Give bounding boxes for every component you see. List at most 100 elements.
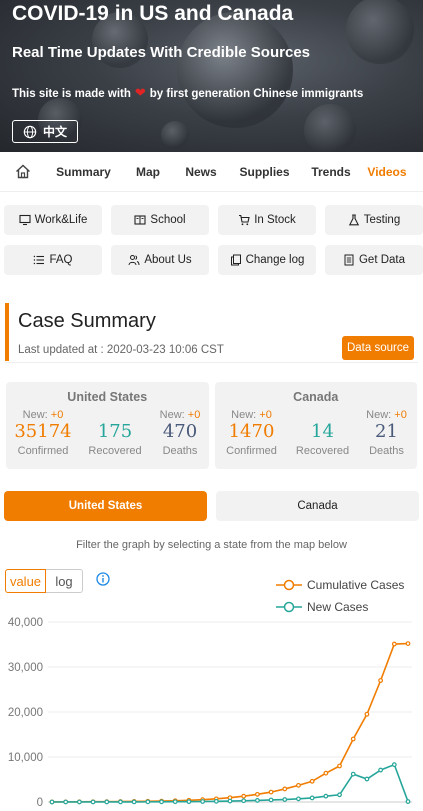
new-value: +0 — [50, 409, 64, 421]
cumulative-point — [254, 791, 260, 797]
school-button[interactable]: School — [111, 205, 209, 235]
flask-icon — [348, 214, 359, 226]
made-with-line: This site is made with ❤ by first generati… — [12, 85, 363, 101]
new-cases-point — [268, 797, 274, 803]
country-toggle: United States Canada — [4, 491, 419, 521]
deaths-value: 470 — [162, 421, 198, 442]
globe-icon — [23, 125, 37, 138]
people-icon — [128, 255, 140, 266]
cart-icon — [239, 214, 250, 226]
new-cases-point — [323, 793, 329, 799]
y-tick-label: 40,000 — [8, 617, 43, 629]
cumulative-point — [323, 770, 329, 776]
new-cases-point — [131, 799, 137, 805]
cases-line-chart[interactable]: 40,000 30,000 20,000 10,000 0 — [0, 612, 423, 811]
cumulative-point — [241, 793, 247, 799]
new-label: New: — [159, 409, 185, 421]
new-deaths: New: +0 — [148, 409, 212, 421]
legend-cumulative-marker — [276, 579, 302, 591]
new-cases-point — [405, 799, 411, 804]
new-label: New: — [22, 409, 48, 421]
new-cases-point — [282, 797, 288, 802]
new-cases-point — [254, 798, 260, 803]
testing-button[interactable]: Testing — [325, 205, 423, 235]
new-cases-point — [186, 799, 192, 805]
new-cases-point — [76, 799, 82, 805]
language-toggle-button[interactable]: 中文 — [12, 120, 78, 143]
main-nav: Summary Map News Supplies Trends Videos — [0, 152, 423, 192]
stat-cards: United States New: +0 35174 Confirmed 17… — [6, 382, 417, 469]
recovered-stat: 175 Recovered — [83, 409, 147, 457]
confirmed-stat: New: +0 1470 Confirmed — [220, 409, 284, 457]
change-log-button[interactable]: Change log — [218, 245, 316, 275]
nav-videos[interactable]: Videos — [360, 165, 414, 179]
new-confirmed: New: +0 — [220, 409, 284, 421]
country-name: Canada — [293, 390, 339, 404]
new-deaths: New: +0 — [355, 409, 419, 421]
nav-summary[interactable]: Summary — [46, 165, 121, 179]
work-life-label: Work&Life — [34, 214, 88, 226]
legend-cumulative-label: Cumulative Cases — [307, 578, 405, 592]
in-stock-label: In Stock — [254, 214, 296, 226]
new-cases-point — [309, 795, 315, 801]
recovered-value: 175 — [97, 421, 133, 442]
new-cases-point — [159, 799, 164, 805]
new-label: New: — [231, 409, 257, 421]
accent-bar — [5, 303, 9, 361]
nav-news[interactable]: News — [175, 165, 227, 179]
list-icon — [34, 255, 45, 265]
cumulative-point — [405, 641, 411, 647]
value-scale-button[interactable]: value — [5, 569, 46, 593]
info-icon[interactable] — [96, 572, 110, 586]
book-icon — [134, 215, 146, 225]
copy-icon — [230, 254, 241, 266]
y-tick-label: 10,000 — [8, 752, 43, 764]
country-name: United States — [67, 390, 148, 404]
deaths-label: Deaths — [162, 445, 198, 457]
new-cases-point — [49, 799, 55, 805]
new-cases-point — [104, 799, 110, 805]
deaths-label: Deaths — [369, 445, 404, 457]
new-cases-point — [391, 762, 397, 768]
nav-supplies[interactable]: Supplies — [227, 165, 302, 179]
quick-links-grid: Work&Life School In Stock Testing FAQ Ab… — [4, 205, 423, 275]
get-data-button[interactable]: Get Data — [325, 245, 423, 275]
y-tick-label: 0 — [37, 797, 43, 809]
recovered-stat: 14 Recovered — [291, 409, 355, 457]
canada-tab[interactable]: Canada — [216, 491, 419, 521]
in-stock-button[interactable]: In Stock — [218, 205, 316, 235]
data-source-button[interactable]: Data source — [341, 336, 414, 360]
cumulative-point — [296, 782, 301, 788]
site-subtitle: Real Time Updates With Credible Sources — [12, 44, 311, 61]
united-states-tab[interactable]: United States — [4, 491, 207, 521]
new-confirmed: New: +0 — [11, 409, 75, 421]
home-icon — [16, 164, 30, 179]
cumulative-point — [268, 789, 274, 795]
new-cases-point — [200, 799, 206, 804]
us-stat-card: United States New: +0 35174 Confirmed 17… — [6, 382, 209, 469]
cumulative-point — [350, 736, 356, 742]
work-life-button[interactable]: Work&Life — [4, 205, 102, 235]
new-recovered — [291, 409, 355, 421]
log-scale-button[interactable]: log — [46, 569, 83, 593]
legend-cumulative[interactable]: Cumulative Cases — [276, 574, 404, 596]
about-us-label: About Us — [144, 254, 192, 266]
faq-button[interactable]: FAQ — [4, 245, 102, 275]
home-button[interactable] — [0, 164, 46, 179]
new-value: +0 — [394, 409, 407, 421]
nav-map[interactable]: Map — [121, 165, 175, 179]
about-us-button[interactable]: About Us — [111, 245, 209, 275]
language-label: 中文 — [42, 125, 67, 139]
nav-trends[interactable]: Trends — [302, 165, 360, 179]
hero-banner: COVID-19 in US and Canada Real Time Upda… — [0, 0, 423, 152]
deaths-stat: New: +0 470 Deaths — [148, 409, 212, 457]
confirmed-value: 35174 — [14, 421, 72, 442]
new-cases-point — [378, 767, 384, 773]
site-title: COVID-19 in US and Canada — [12, 2, 294, 25]
confirmed-stat: New: +0 35174 Confirmed — [11, 409, 75, 457]
case-summary-title: Case Summary — [18, 310, 156, 332]
new-value: +0 — [187, 409, 201, 421]
new-cases-point — [227, 798, 233, 804]
new-cases-point — [296, 796, 301, 802]
new-cases-point — [241, 798, 247, 804]
